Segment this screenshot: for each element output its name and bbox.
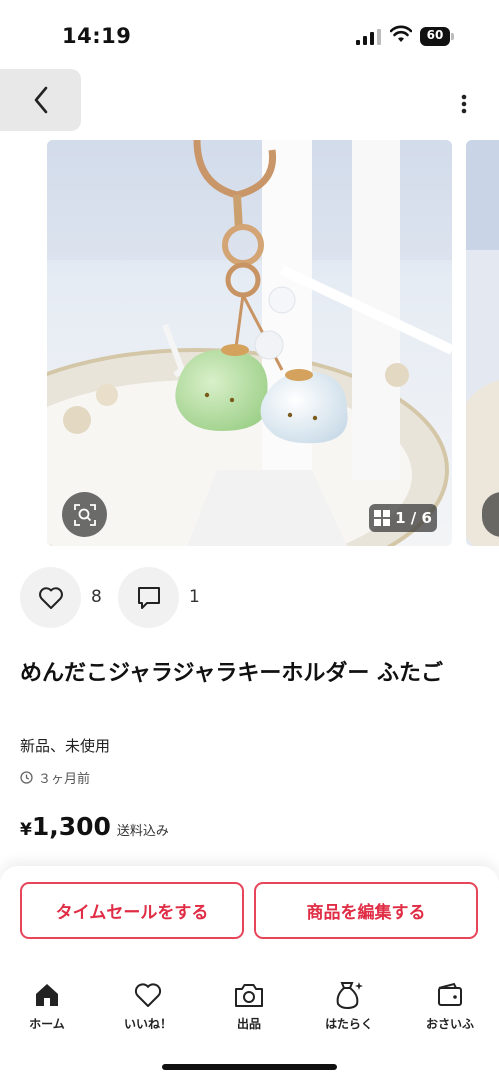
battery-level: 60	[426, 28, 444, 42]
price-row: ¥ 1,300 送料込み	[20, 812, 169, 841]
price: 1,300	[31, 812, 111, 841]
edit-product-button[interactable]: 商品を編集する	[254, 882, 478, 939]
comment-count: 1	[189, 587, 200, 607]
next-product-image	[466, 140, 499, 546]
wifi-icon	[390, 25, 412, 42]
shipping-label: 送料込み	[116, 824, 169, 839]
posted-time: ３ヶ月前	[20, 768, 90, 787]
status-bar: 14:19 60	[0, 0, 499, 70]
grid-icon	[374, 510, 391, 526]
tab-home[interactable]: ホーム	[7, 980, 87, 1032]
product-title: めんだこジャラジャラキーホルダー ふたご	[20, 661, 444, 686]
tab-sell[interactable]: 出品	[209, 980, 289, 1032]
heart-icon	[134, 983, 162, 1007]
zoom-button[interactable]	[62, 492, 107, 537]
tab-home-label: ホーム	[29, 1017, 65, 1031]
more-vertical-icon	[461, 94, 467, 114]
tab-bar: ホーム いいね！ 出品 はたらく おさいふ	[0, 980, 499, 1040]
comment-icon	[137, 586, 160, 609]
tab-work[interactable]: はたらく	[309, 980, 389, 1032]
comment-button[interactable]	[118, 567, 179, 628]
tab-likes-label: いいね！	[123, 1017, 172, 1031]
money-bag-icon	[336, 982, 363, 1010]
tab-wallet[interactable]: おさいふ	[410, 980, 490, 1032]
status-time: 14:19	[62, 24, 132, 48]
tab-likes[interactable]: いいね！	[108, 980, 188, 1032]
wallet-icon	[438, 982, 462, 1006]
product-photo[interactable]	[47, 140, 452, 546]
camera-icon	[235, 984, 263, 1007]
home-indicator	[162, 1064, 337, 1070]
like-button[interactable]	[20, 567, 81, 628]
tab-work-label: はたらく	[325, 1017, 373, 1031]
photo-counter: 1 / 6	[369, 504, 437, 532]
photo-counter-text: 1 / 6	[395, 509, 432, 527]
product-image	[47, 140, 452, 546]
signal-icon	[356, 29, 381, 45]
heart-outline-icon	[38, 586, 63, 609]
clock-icon	[20, 771, 33, 784]
price-symbol: ¥	[20, 820, 32, 840]
tab-sell-label: 出品	[236, 1017, 261, 1031]
chevron-left-icon	[34, 86, 47, 114]
tab-wallet-label: おさいふ	[425, 1017, 474, 1031]
like-count: 8	[91, 587, 102, 607]
timesale-button[interactable]: タイムセールをする	[20, 882, 244, 939]
battery-icon: 60	[420, 27, 454, 46]
back-button[interactable]	[0, 69, 81, 131]
product-condition: 新品、未使用	[20, 737, 111, 755]
more-options-button[interactable]	[452, 90, 476, 118]
home-icon	[36, 984, 58, 1006]
next-product-photo[interactable]	[466, 140, 499, 546]
posted-time-text: ３ヶ月前	[38, 772, 91, 787]
zoom-scan-icon	[73, 503, 96, 526]
